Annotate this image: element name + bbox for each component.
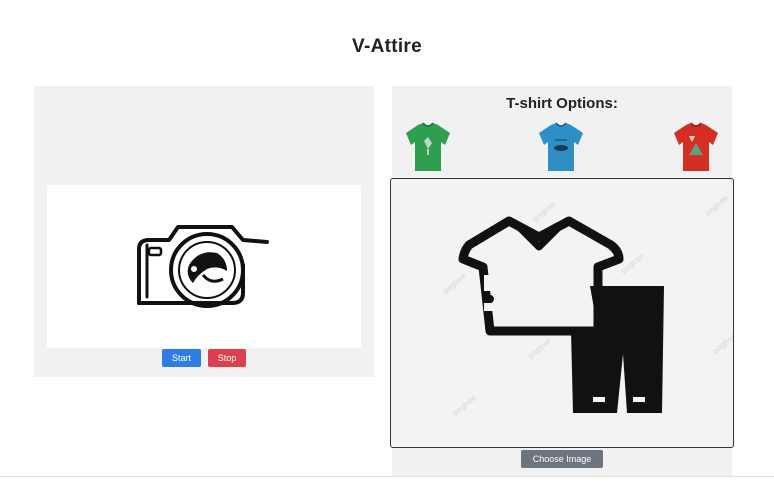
divider <box>0 476 774 477</box>
options-title: T-shirt Options: <box>506 95 618 112</box>
camera-preview <box>47 185 361 348</box>
stop-button[interactable]: Stop <box>208 349 246 367</box>
camera-panel: Start Stop <box>34 86 374 377</box>
green-tshirt-option[interactable] <box>404 121 452 173</box>
image-preview: pngtree pngtree pngtree pngtree pngtree … <box>390 178 734 448</box>
clothing-icon <box>458 216 664 413</box>
camera-icon <box>137 225 269 308</box>
red-tshirt-option[interactable] <box>672 121 720 173</box>
app-title: V-Attire <box>352 36 422 57</box>
choose-image-button[interactable]: Choose Image <box>521 450 603 468</box>
start-button[interactable]: Start <box>162 349 201 367</box>
blue-tshirt-option[interactable] <box>537 121 585 173</box>
tshirt-options-panel: T-shirt Options: pngtree pngtree pngtree… <box>390 86 734 476</box>
